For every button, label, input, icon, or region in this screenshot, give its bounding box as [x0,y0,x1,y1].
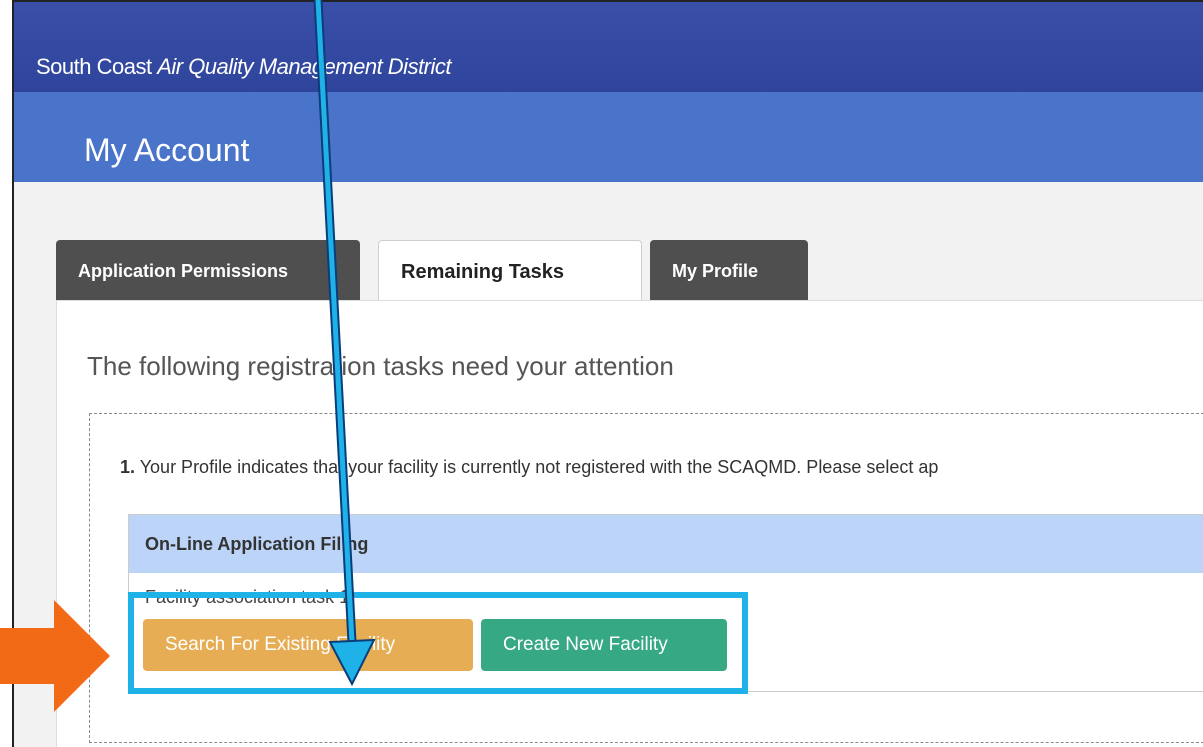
tab-my-profile[interactable]: My Profile [650,240,808,302]
tasks-intro: The following registration tasks need yo… [87,351,674,381]
tab-application-permissions[interactable]: Application Permissions [56,240,360,302]
page-title: My Account [84,132,250,168]
brand-text-italic: Air Quality Management District [157,54,452,79]
task-text: Your Profile indicates that your facilit… [135,457,939,477]
highlight-box [128,592,748,694]
task-number: 1. [120,457,136,477]
page-header: My Account [14,92,1203,182]
task-description: 1. Your Profile indicates that your faci… [120,457,938,478]
site-header: South Coast Air Quality Management Distr… [14,2,1203,92]
table-header: On-Line Application Filing [129,515,1203,573]
tab-remaining-tasks[interactable]: Remaining Tasks [378,240,642,302]
site-brand[interactable]: South Coast Air Quality Management Distr… [36,54,452,80]
brand-text: South Coast [36,54,158,79]
